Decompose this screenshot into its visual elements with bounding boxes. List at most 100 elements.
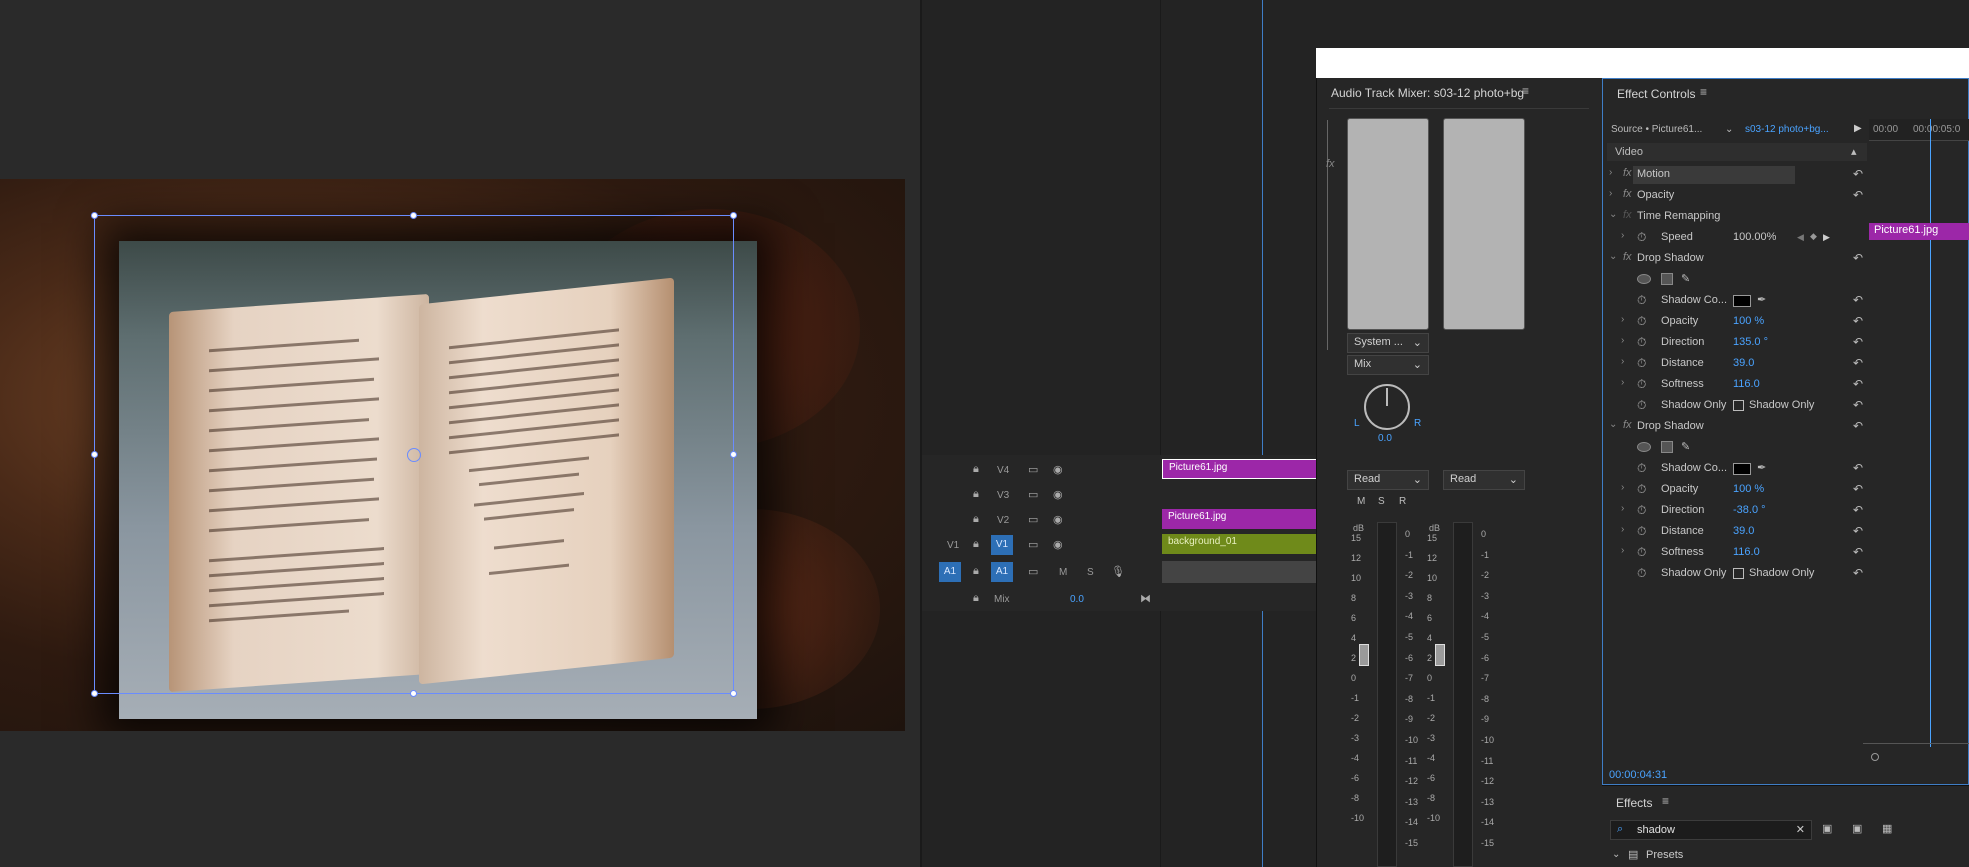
lock-icon[interactable]: 🔒︎: [973, 538, 979, 551]
eye-icon[interactable]: ◉: [1053, 488, 1063, 501]
effect-controls-title[interactable]: Effect Controls: [1617, 87, 1695, 101]
disclosure-triangle-icon[interactable]: ›: [1621, 356, 1624, 367]
ellipse-mask-icon[interactable]: [1637, 442, 1651, 452]
stopwatch-icon[interactable]: ⏱︎: [1637, 398, 1646, 413]
collapse-icon[interactable]: ▴: [1851, 145, 1857, 158]
mix-value[interactable]: 0.0: [1070, 594, 1084, 605]
effect-row[interactable]: › ⏱︎ Speed 100.00% ◀ ◆ ▶: [1607, 228, 1867, 249]
transform-handle[interactable]: [730, 212, 737, 219]
track-header-v2[interactable]: 🔒︎ V2 ▭ ◉: [925, 508, 1160, 533]
effects-title[interactable]: Effects: [1616, 796, 1652, 810]
effect-property-value[interactable]: 100 %: [1733, 315, 1764, 327]
transform-handle[interactable]: [410, 690, 417, 697]
effect-row[interactable]: › ⏱︎ Distance 39.0 ↶: [1607, 354, 1867, 375]
effect-row[interactable]: ⏱︎ Shadow Only Shadow Only ↶: [1607, 396, 1867, 417]
reset-icon[interactable]: ↶: [1853, 335, 1863, 349]
32bit-effects-icon[interactable]: ▣: [1852, 822, 1862, 835]
pen-mask-icon[interactable]: ✎: [1681, 272, 1690, 285]
disclosure-triangle-icon[interactable]: ›: [1621, 503, 1624, 514]
volume-fader-handle[interactable]: [1359, 644, 1369, 666]
solo-track-button[interactable]: S: [1378, 496, 1385, 507]
stopwatch-icon[interactable]: ⏱︎: [1637, 356, 1646, 371]
reset-icon[interactable]: ↶: [1853, 188, 1863, 202]
reset-icon[interactable]: ↶: [1853, 356, 1863, 370]
panel-menu-icon[interactable]: ≡: [1662, 794, 1669, 808]
reset-icon[interactable]: ↶: [1853, 398, 1863, 412]
effect-row[interactable]: › ⏱︎ Direction 135.0 ° ↶: [1607, 333, 1867, 354]
reset-icon[interactable]: ↶: [1853, 545, 1863, 559]
disclosure-triangle-icon[interactable]: ›: [1609, 188, 1612, 199]
mode-dropdown[interactable]: Mix ⌄: [1347, 355, 1429, 375]
clip[interactable]: background_01: [1162, 534, 1318, 554]
effect-row[interactable]: ⌄ fx Time Remapping: [1607, 207, 1867, 228]
effect-property-value[interactable]: 39.0: [1733, 357, 1754, 369]
reset-icon[interactable]: ↶: [1853, 167, 1863, 181]
pen-mask-icon[interactable]: ✎: [1681, 440, 1690, 453]
automation-mode-dropdown[interactable]: Read ⌄: [1347, 470, 1429, 490]
reset-icon[interactable]: ↶: [1853, 251, 1863, 265]
zoom-handle[interactable]: [1871, 753, 1879, 761]
lock-icon[interactable]: 🔒︎: [973, 463, 979, 476]
automation-mode-dropdown[interactable]: Read ⌄: [1443, 470, 1525, 490]
prev-keyframe-icon[interactable]: ◀: [1797, 232, 1804, 243]
reset-icon[interactable]: ↶: [1853, 314, 1863, 328]
effect-row[interactable]: ⌄ fx Drop Shadow ↶: [1607, 417, 1867, 438]
volume-fader-handle[interactable]: [1435, 644, 1445, 666]
stopwatch-icon[interactable]: ⏱︎: [1637, 503, 1646, 518]
chevron-down-icon[interactable]: ⌄: [1725, 124, 1733, 135]
track-header-v4[interactable]: 🔒︎ V4 ▭ ◉: [925, 458, 1160, 483]
effect-property-value[interactable]: 100 %: [1733, 483, 1764, 495]
fx-toggle-icon[interactable]: fx: [1623, 419, 1632, 431]
disclosure-triangle-icon[interactable]: ⌄: [1609, 251, 1617, 262]
time-ruler[interactable]: 00:00 00:00:05:0: [1869, 119, 1969, 141]
rectangle-mask-icon[interactable]: [1661, 441, 1673, 453]
track-target-v1[interactable]: V1: [991, 535, 1013, 555]
stopwatch-icon[interactable]: ⏱︎: [1637, 314, 1646, 329]
go-to-in-out-icon[interactable]: ⧓: [1140, 592, 1151, 605]
stopwatch-icon[interactable]: ⏱︎: [1637, 545, 1646, 560]
effect-property-value[interactable]: -38.0 °: [1733, 504, 1766, 516]
fx-toggle-icon[interactable]: fx: [1623, 188, 1632, 200]
record-enable-button[interactable]: R: [1399, 496, 1406, 507]
effect-row[interactable]: › ⏱︎ Direction -38.0 ° ↶: [1607, 501, 1867, 522]
source-patch[interactable]: V1: [947, 540, 959, 551]
lock-icon[interactable]: 🔒︎: [973, 592, 979, 605]
track-header-a1[interactable]: A1 🔒︎ A1 ▭ M S 🎙︎: [925, 560, 1160, 585]
eye-icon[interactable]: ◉: [1053, 538, 1063, 551]
anchor-point-icon[interactable]: [407, 448, 421, 462]
stopwatch-icon[interactable]: ⏱︎: [1637, 524, 1646, 539]
transform-handle[interactable]: [730, 690, 737, 697]
effect-row[interactable]: › fx Opacity ↶: [1607, 186, 1867, 207]
eyedropper-icon[interactable]: ✒: [1757, 461, 1766, 474]
sequence-clip-label[interactable]: s03-12 photo+bg...: [1745, 124, 1829, 135]
transform-handle[interactable]: [730, 451, 737, 458]
reset-icon[interactable]: ↶: [1853, 377, 1863, 391]
effect-row[interactable]: ✎: [1607, 438, 1867, 459]
clear-search-icon[interactable]: ✕: [1796, 823, 1805, 836]
reset-icon[interactable]: ↶: [1853, 419, 1863, 433]
pan-value[interactable]: 0.0: [1378, 433, 1392, 444]
sync-lock-icon[interactable]: ▭: [1028, 488, 1038, 501]
eye-icon[interactable]: ◉: [1053, 463, 1063, 476]
effect-property-value[interactable]: 100.00%: [1733, 231, 1776, 243]
effect-property-value[interactable]: 116.0: [1733, 546, 1760, 558]
ec-playhead[interactable]: [1930, 119, 1931, 747]
pan-knob[interactable]: [1364, 384, 1410, 430]
transform-handle[interactable]: [410, 212, 417, 219]
eye-icon[interactable]: ◉: [1053, 513, 1063, 526]
accelerated-effects-icon[interactable]: ▣: [1822, 822, 1832, 835]
effect-row[interactable]: ⌄ fx Drop Shadow ↶: [1607, 249, 1867, 270]
microphone-icon[interactable]: 🎙︎: [1111, 565, 1125, 578]
sync-lock-icon[interactable]: ▭: [1028, 463, 1038, 476]
disclosure-triangle-icon[interactable]: ›: [1621, 335, 1624, 346]
effect-row[interactable]: ✎: [1607, 270, 1867, 291]
ellipse-mask-icon[interactable]: [1637, 274, 1651, 284]
track-header-v1[interactable]: V1 🔒︎ V1 ▭ ◉: [925, 533, 1160, 558]
disclosure-triangle-icon[interactable]: ›: [1621, 314, 1624, 325]
play-icon[interactable]: ▶: [1854, 123, 1862, 134]
audio-track-lane[interactable]: [1162, 561, 1318, 583]
fx-toggle-icon[interactable]: fx: [1623, 251, 1632, 263]
disclosure-triangle-icon[interactable]: ›: [1621, 524, 1624, 535]
stopwatch-icon[interactable]: ⏱︎: [1637, 377, 1646, 392]
stopwatch-icon[interactable]: ⏱︎: [1637, 335, 1646, 350]
